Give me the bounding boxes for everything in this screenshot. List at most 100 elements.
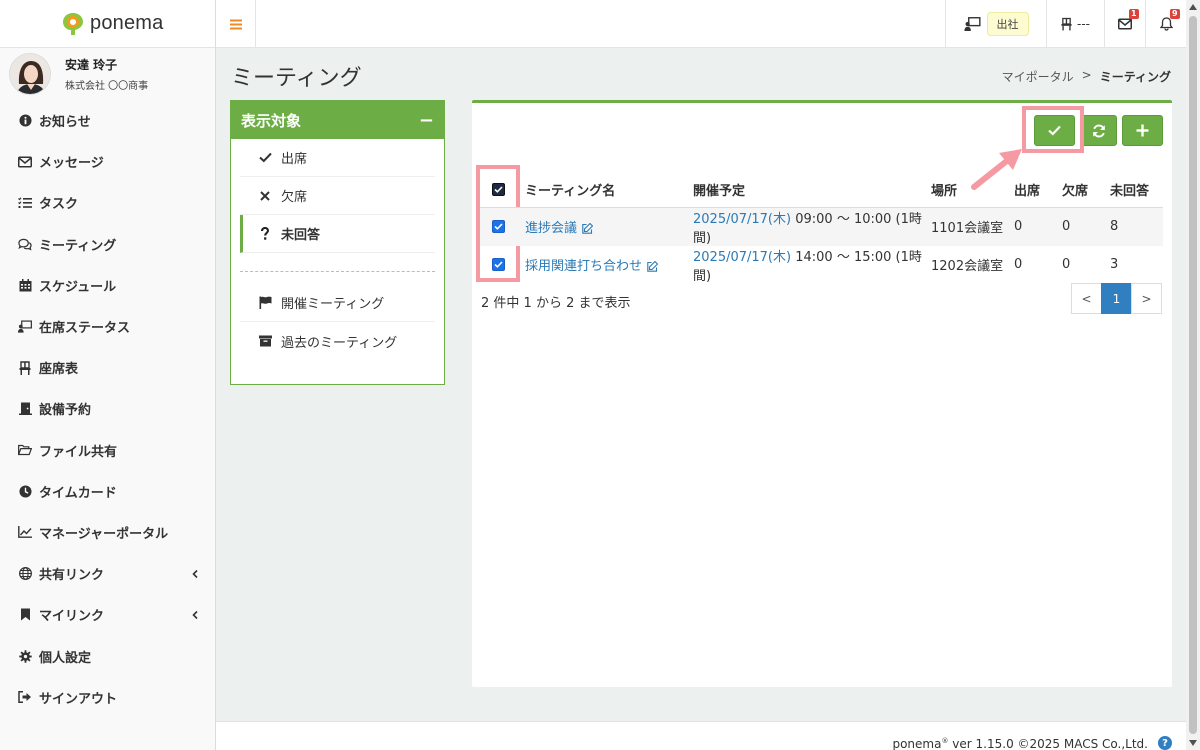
- sidebar-item-settings[interactable]: 個人設定: [0, 635, 215, 676]
- sidebar-item-label: スケジュール: [39, 279, 117, 295]
- gear-icon: [18, 649, 32, 663]
- sidebar-item-label: 設備予約: [39, 403, 92, 419]
- column-header-location[interactable]: 場所: [924, 173, 1007, 208]
- row-checkbox[interactable]: [492, 258, 505, 271]
- pagination-prev-button[interactable]: <: [1071, 283, 1102, 314]
- filter-item-label: 開催ミーティング: [281, 297, 385, 312]
- tasks-icon: [18, 196, 32, 210]
- collapse-button[interactable]: −: [419, 110, 434, 131]
- filter-item-label: 欠席: [281, 190, 308, 205]
- filter-absent[interactable]: 欠席: [240, 177, 435, 215]
- check-icon: [258, 152, 272, 163]
- breadcrumb-current: ミーティング: [1099, 70, 1171, 84]
- meeting-name-link[interactable]: 進捗会議: [525, 221, 577, 236]
- meeting-date-link[interactable]: 2025/07/17(木): [693, 250, 791, 265]
- times-icon: [258, 190, 272, 201]
- filter-item-label: 過去のミーティング: [281, 335, 398, 351]
- brand[interactable]: ponema: [0, 0, 215, 48]
- scroll-down-arrow-icon[interactable]: [1189, 740, 1197, 746]
- footer-copyright: ponema® ver 1.15.0 ©2025 MACS Co.,Ltd.: [892, 737, 1148, 750]
- calendar-icon: [18, 278, 32, 292]
- meeting-name-cell: 進捗会議: [518, 207, 686, 246]
- sidebar-item-label: ファイル共有: [39, 444, 118, 460]
- filter-past-meetings[interactable]: 過去のミーティング: [240, 322, 435, 360]
- folder-open-icon: [18, 443, 32, 457]
- scroll-up-arrow-icon[interactable]: [1189, 4, 1197, 10]
- help-icon[interactable]: ?: [1158, 736, 1172, 750]
- sidebar-item-shared-links[interactable]: 共有リンク: [0, 553, 215, 594]
- sidebar-item-seating[interactable]: 座席表: [0, 347, 215, 388]
- edit-icon[interactable]: [647, 261, 659, 272]
- user-profile[interactable]: 安達 玲子 株式会社 〇〇商事: [0, 48, 215, 100]
- line-chart-icon: [18, 525, 32, 539]
- sidebar-item-schedule[interactable]: スケジュール: [0, 265, 215, 306]
- absent-count-cell: 0: [1062, 257, 1071, 272]
- chevron-left-icon: [192, 610, 198, 619]
- plus-icon: [1136, 124, 1149, 137]
- filter-unanswered[interactable]: 未回答: [240, 215, 435, 253]
- desk-status-icon: [18, 320, 32, 334]
- pagination-next-button[interactable]: >: [1131, 283, 1162, 314]
- menu-toggle-button[interactable]: [216, 0, 256, 48]
- sidebar-item-equipment[interactable]: 設備予約: [0, 388, 215, 429]
- page-scrollbar[interactable]: [1186, 0, 1200, 750]
- add-meeting-button[interactable]: [1122, 115, 1163, 146]
- top-bar: 出社 --- 1 9: [216, 0, 1186, 48]
- filter-item-label: 出席: [281, 152, 308, 167]
- filter-hosted-meetings[interactable]: 開催ミーティング: [240, 284, 435, 322]
- scrollbar-thumb[interactable]: [1189, 16, 1197, 734]
- column-header-absent[interactable]: 欠席: [1055, 173, 1103, 208]
- column-header-unanswered[interactable]: 未回答: [1103, 173, 1163, 208]
- refresh-button[interactable]: [1081, 115, 1117, 146]
- column-header-schedule[interactable]: 開催予定: [686, 173, 924, 208]
- bookmark-icon: [18, 608, 32, 622]
- pagination-page-button[interactable]: 1: [1101, 283, 1132, 314]
- breadcrumb: マイポータル > ミーティング: [1002, 68, 1171, 85]
- breadcrumb-parent-link[interactable]: マイポータル: [1002, 68, 1074, 85]
- user-company: 株式会社 〇〇商事: [65, 81, 149, 92]
- sidebar-item-sign-out[interactable]: サインアウト: [0, 677, 215, 718]
- sidebar-item-messages[interactable]: メッセージ: [0, 141, 215, 182]
- table-header-row: ミーティング名 開催予定 場所 出席 欠席 未回答: [480, 173, 1163, 208]
- sidebar-item-meetings[interactable]: ミーティング: [0, 224, 215, 265]
- sidebar-item-manager-portal[interactable]: マネージャーポータル: [0, 512, 215, 553]
- filter-item-label: 未回答: [281, 228, 321, 243]
- row-checkbox[interactable]: [492, 220, 505, 233]
- sidebar-item-tasks[interactable]: タスク: [0, 182, 215, 223]
- table-row: 採用関連打ち合わせ 2025/07/17(木) 14:00 〜 15:00 (1…: [480, 246, 1163, 284]
- sidebar-item-label: サインアウト: [39, 691, 118, 707]
- sidebar-item-label: メッセージ: [39, 156, 104, 172]
- sidebar-item-presence[interactable]: 在席ステータス: [0, 306, 215, 347]
- unanswered-count-cell: 3: [1110, 257, 1119, 272]
- sidebar-item-timecard[interactable]: タイムカード: [0, 471, 215, 512]
- meeting-date-link[interactable]: 2025/07/17(木): [693, 212, 791, 227]
- sidebar-item-notices[interactable]: お知らせ: [0, 100, 215, 141]
- notification-count-badge: 9: [1170, 9, 1180, 19]
- envelope-icon: [1118, 18, 1132, 30]
- edit-icon[interactable]: [582, 223, 594, 234]
- presence-status-toggle[interactable]: 出社: [945, 0, 1046, 48]
- meeting-table: ミーティング名 開催予定 場所 出席 欠席 未回答 進捗会議 2025/07/1…: [480, 173, 1163, 284]
- sidebar-item-label: マイリンク: [39, 609, 105, 625]
- desk-status-icon: [963, 17, 981, 31]
- select-all-checkbox[interactable]: [492, 183, 505, 197]
- bell-icon: [1159, 17, 1173, 31]
- archive-icon: [258, 335, 272, 347]
- column-header-name[interactable]: ミーティング名: [518, 173, 686, 208]
- footer-brand: ponema: [892, 737, 942, 750]
- schedule-cell: 2025/07/17(木) 14:00 〜 15:00 (1時間): [686, 246, 924, 284]
- meeting-name-link[interactable]: 採用関連打ち合わせ: [525, 259, 642, 274]
- sidebar-item-label: 在席ステータス: [39, 321, 131, 337]
- sidebar-item-my-links[interactable]: マイリンク: [0, 594, 215, 635]
- meeting-list-panel: ミーティング名 開催予定 場所 出席 欠席 未回答 進捗会議 2025/07/1…: [472, 100, 1172, 687]
- filter-attending[interactable]: 出席: [240, 139, 435, 177]
- hamburger-icon: [229, 19, 242, 30]
- info-circle-icon: [18, 114, 32, 128]
- messages-button[interactable]: 1: [1104, 0, 1145, 48]
- column-header-attending[interactable]: 出席: [1007, 173, 1055, 208]
- seat-selector[interactable]: ---: [1046, 0, 1104, 48]
- comments-icon: [18, 237, 32, 251]
- notifications-button[interactable]: 9: [1145, 0, 1186, 48]
- sidebar: ponema 安達 玲子 株式会社 〇〇商事 お知らせ メッセージ タスク ミー…: [0, 0, 216, 750]
- sidebar-item-file-sharing[interactable]: ファイル共有: [0, 430, 215, 471]
